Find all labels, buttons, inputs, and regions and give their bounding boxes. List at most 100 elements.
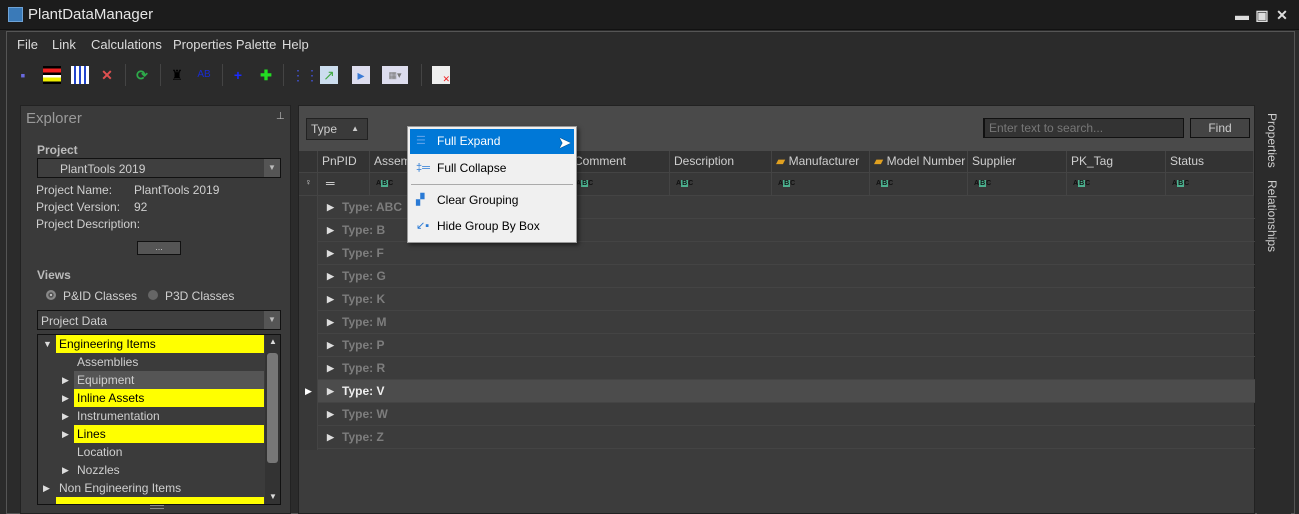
filter-cell[interactable]: ABC [1067, 173, 1166, 196]
column-header-manufacturer[interactable]: ▰ Manufacturer [772, 151, 870, 173]
rows-icon[interactable] [71, 66, 89, 84]
text-filter-icon[interactable]: ABC [376, 180, 393, 187]
filter-cell[interactable]: ABC [570, 173, 670, 196]
column-header-supplier[interactable]: Supplier [968, 151, 1067, 173]
filter-cell[interactable]: ABC [1166, 173, 1254, 196]
group-row[interactable]: ▶ Type: M [318, 311, 1255, 334]
tree-item-equipment[interactable]: Equipment [74, 371, 264, 389]
expand-arrow-icon[interactable]: ▶ [327, 265, 334, 287]
group-row[interactable]: ▶ Type: V [318, 380, 1255, 403]
menu-calculations[interactable]: Calculations [91, 37, 162, 52]
find-replace-icon[interactable]: AB [195, 66, 213, 84]
expand-arrow-icon[interactable]: ▶ [327, 242, 334, 264]
expand-arrow-icon[interactable]: ▶ [327, 357, 334, 379]
tree-item-instrumentation[interactable]: Instrumentation [74, 407, 264, 425]
tree-item-location[interactable]: Location [74, 443, 264, 461]
find-icon[interactable]: ♜ [168, 66, 186, 84]
tree-item-non-engineering-items[interactable]: Non Engineering Items [56, 479, 264, 497]
expand-arrow-icon[interactable]: ▶ [62, 465, 69, 476]
pin-icon[interactable]: ⊥ [276, 111, 285, 122]
save-icon[interactable]: ▪ [14, 66, 32, 84]
tree-item-assemblies[interactable]: Assemblies [74, 353, 264, 371]
filter-cell[interactable]: ABC [968, 173, 1067, 196]
group-by-type-chip[interactable]: Type ▲ [306, 118, 368, 140]
tree-item-lines[interactable]: Lines [74, 425, 264, 443]
expand-arrow-icon[interactable]: ▶ [62, 375, 69, 386]
expand-arrow-icon[interactable]: ▶ [62, 393, 69, 404]
filter-cell[interactable]: ABC [772, 173, 870, 196]
group-row[interactable]: ▶ Type: W [318, 403, 1255, 426]
grid-view-icon[interactable]: ▦▾ [382, 66, 408, 84]
add-icon[interactable]: + [229, 66, 247, 84]
expand-arrow-icon[interactable]: ▶ [327, 288, 334, 310]
find-button[interactable]: Find [1190, 118, 1250, 138]
maximize-icon[interactable]: ▣ [1254, 7, 1270, 23]
delete-icon[interactable]: ✕ [98, 66, 116, 84]
expand-arrow-icon[interactable]: ▶ [327, 426, 334, 448]
text-filter-icon[interactable]: ABC [876, 180, 893, 187]
menu-link[interactable]: Link [52, 37, 76, 52]
link-icon[interactable]: ⋮⋮ [291, 66, 319, 84]
expand-arrow-icon[interactable]: ▶ [327, 403, 334, 425]
group-row[interactable]: ▶ Type: F [318, 242, 1255, 265]
menu-item-full-collapse[interactable]: ‡═ Full Collapse [410, 156, 574, 181]
menu-properties-palette[interactable]: Properties Palette [173, 37, 276, 52]
expand-arrow-icon[interactable]: ▶ [43, 483, 50, 494]
menu-item-hide-group-by-box[interactable]: ↙▪ Hide Group By Box [410, 214, 574, 239]
import-icon[interactable]: ▸ [352, 66, 370, 84]
data-select[interactable]: Project Data ▼ [37, 310, 281, 330]
group-row[interactable]: ▶ Type: P [318, 334, 1255, 357]
tree-item-inline-assets[interactable]: Inline Assets [74, 389, 264, 407]
text-filter-icon[interactable]: ABC [576, 180, 593, 187]
scroll-thumb[interactable] [267, 353, 278, 463]
expand-arrow-icon[interactable]: ▶ [327, 334, 334, 356]
expand-arrow-icon[interactable]: ▶ [327, 311, 334, 333]
resize-grip-icon[interactable] [150, 505, 164, 509]
radio-p3d[interactable] [148, 290, 158, 300]
add-item-icon[interactable]: ✚ [257, 66, 275, 84]
group-row[interactable]: ▶ Type: G [318, 265, 1255, 288]
expand-arrow-icon[interactable]: ▶ [62, 411, 69, 422]
expand-arrow-icon[interactable]: ▶ [327, 196, 334, 218]
radio-pid[interactable] [46, 290, 56, 300]
group-row[interactable]: ▶ Type: Z [318, 426, 1255, 449]
equals-operator-icon[interactable]: ═ [326, 176, 335, 190]
menu-item-clear-grouping[interactable]: ▞ Clear Grouping [410, 188, 574, 213]
expand-arrow-icon[interactable]: ▶ [62, 429, 69, 440]
search-input[interactable]: Enter text to search... [983, 118, 1184, 138]
column-header-description[interactable]: Description [670, 151, 772, 173]
column-header-pk-tag[interactable]: PK_Tag [1067, 151, 1166, 173]
export-icon[interactable]: ↗ [320, 66, 338, 84]
radio-pid-label[interactable]: P&ID Classes [63, 289, 137, 303]
column-header-model-number[interactable]: ▰ Model Number [870, 151, 968, 173]
scroll-up-icon[interactable]: ▲ [269, 337, 277, 346]
filter-cell-pnpid[interactable]: ═ [318, 173, 370, 196]
menu-item-full-expand[interactable]: ☰ Full Expand ➤ [410, 129, 574, 154]
filter-cell[interactable]: ABC [670, 173, 772, 196]
menu-file[interactable]: File [17, 37, 38, 52]
columns-icon[interactable] [43, 66, 61, 84]
expand-arrow-icon[interactable]: ▶ [327, 219, 334, 241]
minimize-icon[interactable]: ▬ [1234, 7, 1250, 23]
column-header-status[interactable]: Status [1166, 151, 1254, 173]
text-filter-icon[interactable]: ABC [676, 180, 693, 187]
text-filter-icon[interactable]: ABC [1172, 180, 1189, 187]
tree-item-engineering-items[interactable]: Engineering Items [56, 335, 264, 353]
more-button[interactable]: ... [137, 241, 181, 255]
filter-cell[interactable]: ABC [870, 173, 968, 196]
text-filter-icon[interactable]: ABC [974, 180, 991, 187]
tab-properties[interactable]: Properties [1265, 113, 1279, 168]
close-icon[interactable]: ✕ [1274, 7, 1290, 23]
menu-help[interactable]: Help [282, 37, 309, 52]
collapse-arrow-icon[interactable]: ▼ [43, 339, 52, 349]
group-row[interactable]: ▶ Type: R [318, 357, 1255, 380]
scroll-down-icon[interactable]: ▼ [269, 492, 277, 501]
close-document-icon[interactable]: ✕ [432, 66, 450, 84]
tree-item-nozzles[interactable]: Nozzles [74, 461, 264, 479]
tab-relationships[interactable]: Relationships [1265, 180, 1279, 252]
column-header-pnpid[interactable]: PnPID [318, 151, 370, 173]
column-header-comment[interactable]: Comment [570, 151, 670, 173]
project-select[interactable]: PlantTools 2019 ▼ [37, 158, 281, 178]
text-filter-icon[interactable]: ABC [1073, 180, 1090, 187]
group-row[interactable]: ▶ Type: K [318, 288, 1255, 311]
